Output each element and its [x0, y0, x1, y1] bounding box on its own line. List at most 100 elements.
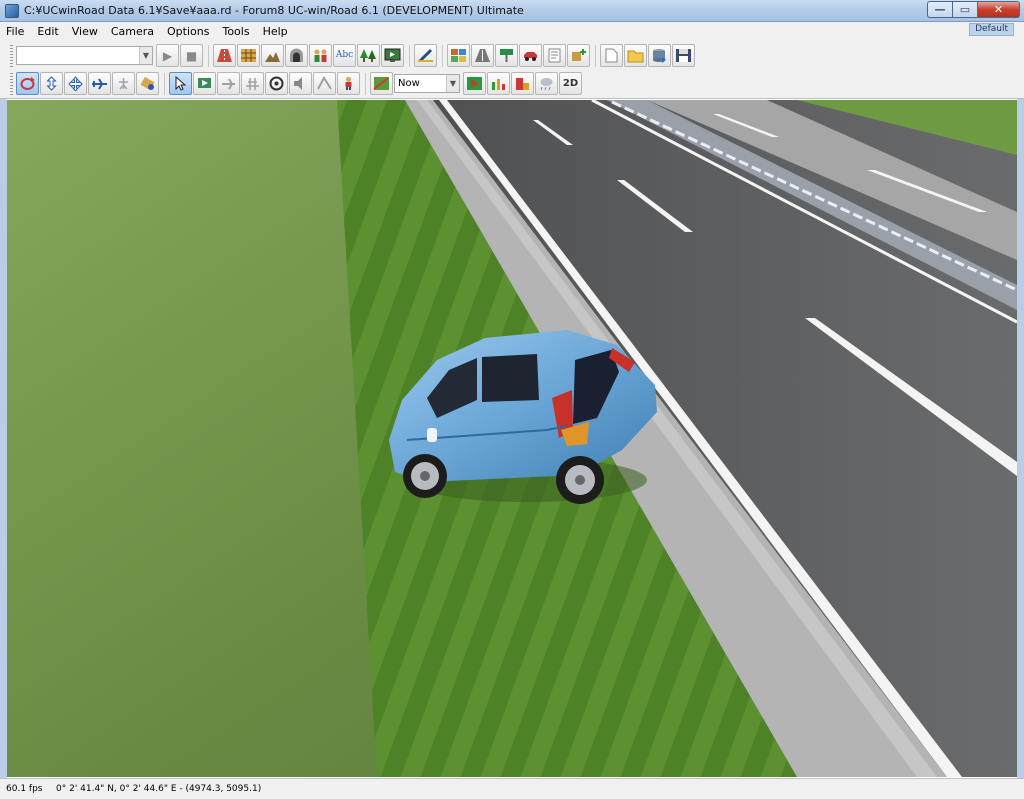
arrows-vertical-icon [46, 76, 57, 91]
title-bar: C:¥UCwinRoad Data 6.1¥Save¥aaa.rd - Foru… [0, 0, 1024, 22]
close-button[interactable]: ✕ [977, 1, 1020, 18]
traffic-play-button[interactable] [463, 72, 486, 95]
play-button[interactable]: ▶ [156, 44, 179, 67]
characters-button[interactable] [309, 44, 332, 67]
pen-icon [418, 48, 433, 63]
fly-mode-button[interactable] [88, 72, 111, 95]
text-annotation-button[interactable]: Abc [333, 44, 356, 67]
app-icon [5, 3, 19, 18]
toolbar-grip[interactable] [10, 72, 13, 95]
toolbar-row-1: ▼ ▶ ■ Abc [10, 42, 696, 69]
new-file-button[interactable] [600, 44, 623, 67]
intersection-button[interactable] [237, 44, 260, 67]
speaker-icon [294, 77, 302, 90]
add-model-icon [572, 49, 586, 61]
person-button[interactable] [337, 72, 360, 95]
traffic-density-button[interactable] [511, 72, 534, 95]
road-edit-button[interactable] [213, 44, 236, 67]
rotate-icon [20, 77, 35, 90]
window-controls: — ▭ ✕ [927, 1, 1020, 18]
sign-icon [500, 49, 513, 62]
move-all-button[interactable] [64, 72, 87, 95]
flight-icon [222, 78, 235, 90]
time-of-day-value: Now [398, 78, 420, 89]
maximize-button[interactable]: ▭ [952, 1, 977, 18]
menu-view[interactable]: View [72, 25, 98, 38]
steering-button[interactable] [265, 72, 288, 95]
menu-camera[interactable]: Camera [111, 25, 154, 38]
database-icon [653, 49, 666, 63]
menu-file[interactable]: File [6, 25, 24, 38]
texture-button[interactable] [447, 44, 470, 67]
database-button[interactable] [648, 44, 671, 67]
folder-icon [627, 50, 644, 63]
profile-badge[interactable]: Default [969, 23, 1014, 36]
orbit-icon [140, 76, 155, 91]
view-2d-button[interactable]: 2D [559, 72, 582, 95]
airplane-icon [92, 78, 107, 90]
sign-button[interactable] [495, 44, 518, 67]
transit-button[interactable] [241, 72, 264, 95]
save-button[interactable] [672, 44, 695, 67]
rotate-view-button[interactable] [16, 72, 39, 95]
pedestrian-path-button[interactable] [313, 72, 336, 95]
toolbar-separator [409, 44, 410, 67]
vehicle-button[interactable] [519, 44, 542, 67]
report-button[interactable] [543, 44, 566, 67]
chevron-down-icon: ▼ [139, 47, 152, 64]
document-icon [548, 48, 561, 63]
menu-help[interactable]: Help [263, 25, 288, 38]
scenario-combo[interactable]: ▼ [16, 46, 153, 65]
sound-button[interactable] [289, 72, 312, 95]
orbit-button[interactable] [136, 72, 159, 95]
density-icon [516, 78, 529, 90]
play-icon: ▶ [162, 48, 173, 63]
open-file-button[interactable] [624, 44, 647, 67]
cursor-icon [175, 76, 187, 91]
select-button[interactable] [169, 72, 192, 95]
road-icon [217, 49, 232, 62]
save-icon [676, 49, 691, 62]
weather-button[interactable] [535, 72, 558, 95]
toolbar-separator [595, 44, 596, 67]
arrows-cross-icon [68, 76, 83, 91]
move-vertical-button[interactable] [40, 72, 63, 95]
toolbar-grip[interactable] [10, 44, 13, 67]
environment-button[interactable] [370, 72, 393, 95]
flight-path-button[interactable] [217, 72, 240, 95]
walk-mode-button[interactable] [112, 72, 135, 95]
people-icon [314, 49, 327, 62]
traffic-stats-button[interactable] [487, 72, 510, 95]
menu-edit[interactable]: Edit [37, 25, 58, 38]
stop-button[interactable]: ■ [180, 44, 203, 67]
wheel [556, 456, 604, 504]
coordinate-readout: 0° 2' 41.4" N, 0° 2' 44.6" E - (4974.3, … [56, 784, 262, 794]
draw-button[interactable] [414, 44, 437, 67]
tunnel-button[interactable] [285, 44, 308, 67]
scenario-view-button[interactable] [381, 44, 404, 67]
drive-button[interactable] [193, 72, 216, 95]
3d-viewport[interactable] [7, 100, 1017, 777]
add-model-button[interactable] [567, 44, 590, 67]
trees-button[interactable] [357, 44, 380, 67]
wheel [403, 454, 447, 498]
toolbar-area: ▼ ▶ ■ Abc Now ▼ 2D [0, 41, 1024, 99]
path-icon [317, 76, 332, 90]
time-of-day-combo[interactable]: Now ▼ [394, 74, 460, 93]
grid-icon [241, 49, 256, 62]
toolbar-separator [442, 44, 443, 67]
surface-icon [475, 49, 490, 62]
landscape-icon [373, 77, 389, 90]
terrain-icon [265, 52, 280, 62]
status-bar: 60.1 fps 0° 2' 41.4" N, 0° 2' 44.6" E - … [0, 778, 1024, 799]
minimize-button[interactable]: — [927, 1, 952, 18]
transit-icon [246, 78, 259, 90]
walk-icon [119, 78, 128, 90]
menu-options[interactable]: Options [167, 25, 209, 38]
road-surface-button[interactable] [471, 44, 494, 67]
terrain-button[interactable] [261, 44, 284, 67]
menu-tools[interactable]: Tools [222, 25, 249, 38]
steering-wheel-icon [269, 76, 284, 91]
window-frame-right [1017, 22, 1024, 779]
window-title: C:¥UCwinRoad Data 6.1¥Save¥aaa.rd - Foru… [24, 4, 524, 17]
